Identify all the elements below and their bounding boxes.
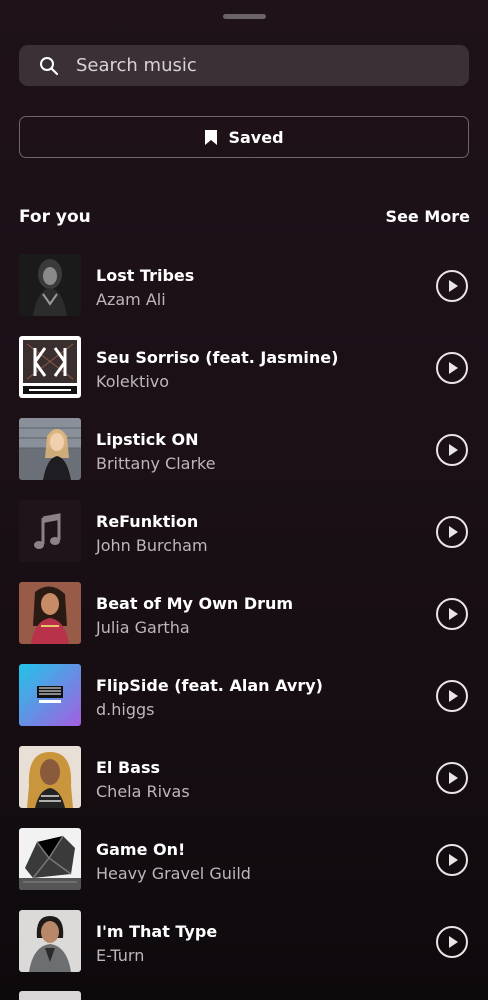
search-icon: [40, 56, 59, 75]
track-title: Beat of My Own Drum: [96, 594, 294, 613]
track-row[interactable]: Lost Tribes Azam Ali: [0, 254, 488, 336]
sheet-drag-handle[interactable]: [223, 14, 266, 19]
bookmark-icon: [205, 129, 218, 145]
album-art: [19, 418, 81, 480]
track-title: Game On!: [96, 840, 186, 859]
track-row[interactable]: I'm That Type E-Turn: [0, 910, 488, 992]
section-title: For you: [19, 207, 91, 227]
play-button[interactable]: [436, 680, 468, 712]
track-artist: Kolektivo: [96, 372, 170, 391]
album-art: [19, 746, 81, 808]
album-art-partial: [19, 991, 81, 1000]
track-row[interactable]: El Bass Chela Rivas: [0, 746, 488, 828]
track-artist: d.higgs: [96, 700, 155, 719]
track-row[interactable]: Seu Sorriso (feat. Jasmine) Kolektivo: [0, 336, 488, 418]
play-button[interactable]: [436, 926, 468, 958]
track-artist: Heavy Gravel Guild: [96, 864, 251, 883]
play-button[interactable]: [436, 762, 468, 794]
track-artist: Brittany Clarke: [96, 454, 216, 473]
track-artist: Azam Ali: [96, 290, 166, 309]
album-art: [19, 828, 81, 890]
track-title: El Bass: [96, 758, 161, 777]
track-title: I'm That Type: [96, 922, 218, 941]
track-title: Seu Sorriso (feat. Jasmine): [96, 348, 339, 367]
track-row[interactable]: FlipSide (feat. Alan Avry) d.higgs: [0, 664, 488, 746]
play-button[interactable]: [436, 844, 468, 876]
album-art: [19, 582, 81, 644]
track-title: Lipstick ON: [96, 430, 199, 449]
track-artist: Chela Rivas: [96, 782, 190, 801]
play-button[interactable]: [436, 270, 468, 302]
track-title: ReFunktion: [96, 512, 199, 531]
play-button[interactable]: [436, 434, 468, 466]
saved-label: Saved: [228, 127, 284, 147]
search-input[interactable]: Search music: [19, 45, 469, 86]
see-more-link[interactable]: See More: [386, 207, 470, 226]
track-row[interactable]: Beat of My Own Drum Julia Gartha: [0, 582, 488, 664]
track-row[interactable]: ReFunktion John Burcham: [0, 500, 488, 582]
album-art: [19, 336, 81, 398]
album-art: [19, 254, 81, 316]
track-artist: Julia Gartha: [96, 618, 190, 637]
track-artist: John Burcham: [96, 536, 208, 555]
music-note-icon: [34, 513, 61, 549]
saved-button[interactable]: Saved: [19, 116, 469, 158]
track-row[interactable]: Game On! Heavy Gravel Guild: [0, 828, 488, 910]
play-button[interactable]: [436, 352, 468, 384]
search-placeholder: Search music: [76, 55, 197, 76]
track-list: Lost Tribes Azam Ali Seu Sorriso (feat. …: [0, 254, 488, 992]
track-artist: E-Turn: [96, 946, 145, 965]
track-title: FlipSide (feat. Alan Avry): [96, 676, 323, 695]
track-row[interactable]: Lipstick ON Brittany Clarke: [0, 418, 488, 500]
album-art: [19, 500, 81, 562]
play-button[interactable]: [436, 598, 468, 630]
play-button[interactable]: [436, 516, 468, 548]
album-art: [19, 664, 81, 726]
track-title: Lost Tribes: [96, 266, 195, 285]
album-art: [19, 910, 81, 972]
